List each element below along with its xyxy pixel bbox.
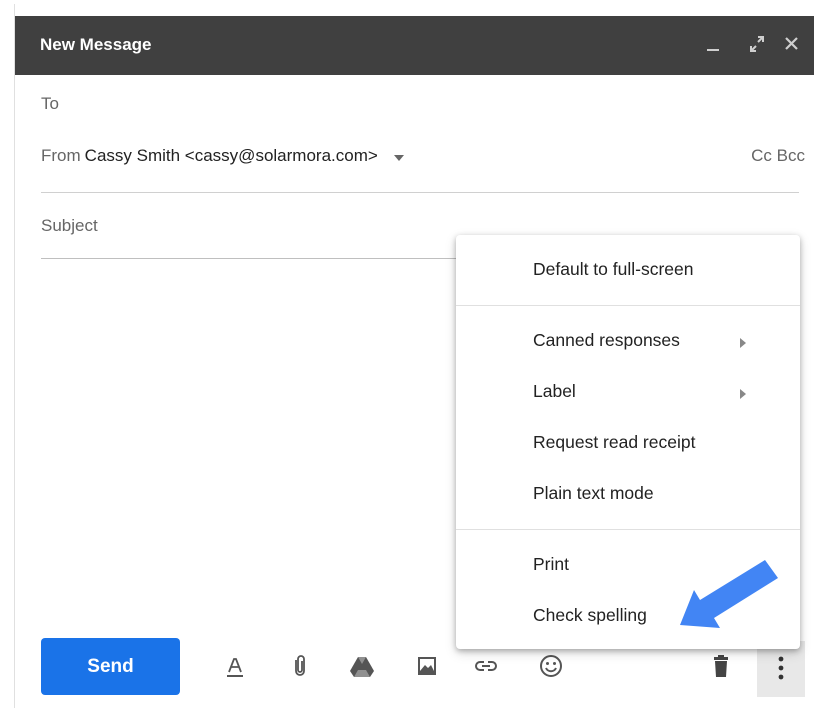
emoji-icon[interactable] bbox=[537, 652, 565, 680]
menu-separator bbox=[456, 529, 800, 530]
expand-icon[interactable] bbox=[746, 32, 768, 56]
minimize-icon[interactable] bbox=[703, 32, 725, 56]
attach-icon[interactable] bbox=[286, 652, 314, 680]
menu-item-canned-responses[interactable]: Canned responses bbox=[456, 319, 800, 363]
menu-item-label: Canned responses bbox=[533, 330, 680, 350]
chevron-down-icon[interactable] bbox=[393, 147, 405, 167]
menu-item-label: Default to full-screen bbox=[533, 259, 694, 279]
menu-item-label: Label bbox=[533, 381, 576, 401]
from-divider bbox=[41, 192, 799, 193]
compose-title: New Message bbox=[40, 35, 152, 54]
menu-item-request-read-receipt[interactable]: Request read receipt bbox=[456, 421, 800, 465]
drive-icon[interactable] bbox=[348, 652, 376, 680]
submenu-arrow-icon bbox=[739, 335, 747, 353]
menu-item-default-full-screen[interactable]: Default to full-screen bbox=[456, 248, 800, 292]
formatting-icon[interactable] bbox=[221, 652, 249, 680]
trash-icon[interactable] bbox=[707, 652, 735, 680]
insert-link-icon[interactable] bbox=[472, 652, 500, 680]
more-options-button[interactable] bbox=[757, 641, 805, 697]
menu-item-label: Request read receipt bbox=[533, 432, 696, 452]
subject-input[interactable]: Subject bbox=[41, 216, 98, 236]
submenu-arrow-icon bbox=[739, 386, 747, 404]
compose-titlebar[interactable]: New Message bbox=[15, 16, 814, 75]
menu-item-label: Plain text mode bbox=[533, 483, 654, 503]
cc-bcc-link[interactable]: Cc Bcc bbox=[751, 146, 805, 166]
subject-divider bbox=[41, 258, 481, 259]
menu-item-label: Check spelling bbox=[533, 605, 647, 625]
from-field[interactable]: From Cassy Smith <cassy@solarmora.com> Cc… bbox=[41, 146, 805, 170]
menu-item-plain-text-mode[interactable]: Plain text mode bbox=[456, 472, 800, 516]
more-options-icon bbox=[778, 656, 784, 680]
from-address[interactable]: Cassy Smith <cassy@solarmora.com> bbox=[85, 146, 378, 165]
menu-item-label: Print bbox=[533, 554, 569, 574]
to-field[interactable]: To bbox=[41, 94, 59, 114]
menu-item-label[interactable]: Label bbox=[456, 370, 800, 414]
send-button[interactable]: Send bbox=[41, 638, 180, 695]
annotation-arrow-icon bbox=[680, 560, 778, 628]
from-label: From bbox=[41, 146, 81, 165]
insert-photo-icon[interactable] bbox=[413, 652, 441, 680]
close-icon[interactable] bbox=[781, 32, 803, 56]
menu-separator bbox=[456, 305, 800, 306]
